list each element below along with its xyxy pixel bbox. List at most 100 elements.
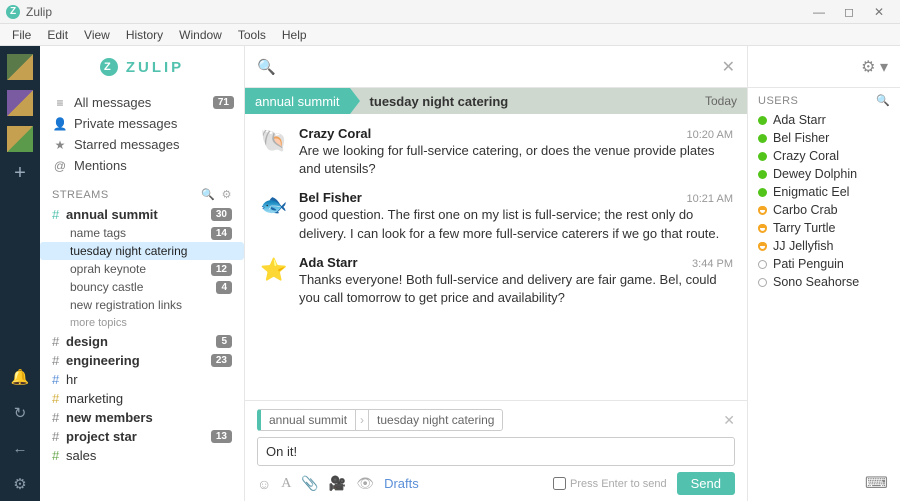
bell-icon[interactable]: 🔔 xyxy=(11,368,30,386)
topic-tuesday-night-catering[interactable]: tuesday night catering xyxy=(40,242,244,260)
org-tile[interactable] xyxy=(7,54,33,80)
settings-gear-icon[interactable]: ⚙ ▾ xyxy=(861,57,888,77)
more-topics-link[interactable]: more topics xyxy=(40,314,244,332)
gear-icon[interactable]: ⚙ xyxy=(13,475,26,493)
stream-marketing[interactable]: #marketing xyxy=(40,389,244,408)
titlebar: Z Zulip — ◻ ✕ xyxy=(0,0,900,24)
avatar[interactable]: 🐟 xyxy=(259,190,289,220)
reload-icon[interactable]: ↻ xyxy=(14,404,27,422)
back-icon[interactable]: ← xyxy=(13,440,28,457)
menu-edit[interactable]: Edit xyxy=(39,28,76,42)
user-pati-penguin[interactable]: Pati Penguin xyxy=(758,255,890,273)
message-text: Thanks everyone! Both full-service and d… xyxy=(299,271,733,307)
stream-chip[interactable]: annual summit xyxy=(245,88,350,114)
user-enigmatic-eel[interactable]: Enigmatic Eel xyxy=(758,183,890,201)
presence-dot xyxy=(758,170,767,179)
at-icon: @ xyxy=(52,159,68,173)
minimize-button[interactable]: — xyxy=(804,5,834,19)
compose-stream-tag[interactable]: annual summit xyxy=(257,409,356,431)
topic-title[interactable]: tuesday night catering xyxy=(370,94,705,109)
press-enter-checkbox[interactable] xyxy=(553,477,566,490)
user-carbo-crab[interactable]: Carbo Crab xyxy=(758,201,890,219)
format-icon[interactable]: A xyxy=(281,476,291,492)
stream-new-members[interactable]: #new members xyxy=(40,408,244,427)
message: ⭐ Ada Starr3:44 PM Thanks everyone! Both… xyxy=(245,249,747,313)
message-text: good question. The first one on my list … xyxy=(299,206,733,242)
user-icon: 👤 xyxy=(52,117,68,131)
compose-close-icon[interactable]: ✕ xyxy=(723,412,735,429)
menu-tools[interactable]: Tools xyxy=(230,28,274,42)
topic-name-tags[interactable]: name tags14 xyxy=(40,224,244,242)
close-button[interactable]: ✕ xyxy=(864,5,894,19)
user-ada-starr[interactable]: Ada Starr xyxy=(758,111,890,129)
nav-starred-messages[interactable]: ★Starred messages xyxy=(52,134,234,155)
hash-icon: # xyxy=(52,207,66,222)
avatar[interactable]: 🐚 xyxy=(259,126,289,156)
search-icon: 🔍 xyxy=(257,58,276,76)
stream-engineering[interactable]: #engineering23 xyxy=(40,351,244,370)
badge: 5 xyxy=(216,335,232,348)
menu-file[interactable]: File xyxy=(4,28,39,42)
emoji-icon[interactable]: ☺ xyxy=(257,476,271,492)
org-tile[interactable] xyxy=(7,90,33,116)
org-tile[interactable] xyxy=(7,126,33,152)
badge: 71 xyxy=(213,96,234,109)
topic-oprah-keynote[interactable]: oprah keynote12 xyxy=(40,260,244,278)
sender-name[interactable]: Crazy Coral xyxy=(299,126,371,141)
message: 🐚 Crazy Coral10:20 AM Are we looking for… xyxy=(245,120,747,184)
streams-gear-icon[interactable]: ⚙ xyxy=(222,188,232,201)
clear-search-icon[interactable]: ✕ xyxy=(722,57,735,77)
compose-input[interactable]: On it! xyxy=(257,437,735,466)
user-crazy-coral[interactable]: Crazy Coral xyxy=(758,147,890,165)
avatar[interactable]: ⭐ xyxy=(259,255,289,285)
user-sono-seahorse[interactable]: Sono Seahorse xyxy=(758,273,890,291)
video-icon[interactable]: 🎥 xyxy=(329,475,346,492)
user-bel-fisher[interactable]: Bel Fisher xyxy=(758,129,890,147)
user-jj-jellyfish[interactable]: JJ Jellyfish xyxy=(758,237,890,255)
preview-icon[interactable]: 👁 xyxy=(356,475,374,492)
nav-all-messages[interactable]: ≡All messages71 xyxy=(52,92,234,113)
send-button[interactable]: Send xyxy=(677,472,735,495)
timestamp: 10:21 AM xyxy=(687,193,733,205)
topic-new-registration-links[interactable]: new registration links xyxy=(40,296,244,314)
menu-history[interactable]: History xyxy=(118,28,171,42)
attach-icon[interactable]: 📎 xyxy=(301,475,318,492)
right-pane: ⚙ ▾ USERS 🔍 Ada StarrBel FisherCrazy Cor… xyxy=(748,46,900,501)
maximize-button[interactable]: ◻ xyxy=(834,5,864,19)
user-dewey-dolphin[interactable]: Dewey Dolphin xyxy=(758,165,890,183)
stream-project-star[interactable]: #project star13 xyxy=(40,427,244,446)
topic-bouncy-castle[interactable]: bouncy castle4 xyxy=(40,278,244,296)
compose-topic-tag[interactable]: tuesday night catering xyxy=(368,409,503,431)
star-icon: ★ xyxy=(52,138,68,152)
stream-sales[interactable]: #sales xyxy=(40,446,244,465)
drafts-link[interactable]: Drafts xyxy=(384,476,419,491)
press-enter-toggle[interactable]: Press Enter to send xyxy=(553,477,667,490)
search-users-icon[interactable]: 🔍 xyxy=(876,94,890,107)
nav-mentions[interactable]: @Mentions xyxy=(52,155,234,176)
search-streams-icon[interactable]: 🔍 xyxy=(201,188,215,201)
stream-hr[interactable]: #hr xyxy=(40,370,244,389)
sender-name[interactable]: Ada Starr xyxy=(299,255,358,270)
sender-name[interactable]: Bel Fisher xyxy=(299,190,362,205)
stream-design[interactable]: #design5 xyxy=(40,332,244,351)
brand-logo[interactable]: ZZULIP xyxy=(40,46,244,88)
menu-help[interactable]: Help xyxy=(274,28,315,42)
badge: 12 xyxy=(211,263,232,276)
align-icon: ≡ xyxy=(52,96,68,110)
user-tarry-turtle[interactable]: Tarry Turtle xyxy=(758,219,890,237)
org-rail: + 🔔 ↻ ← ⚙ xyxy=(0,46,40,501)
streams-header: STREAMS 🔍 ⚙ xyxy=(40,176,244,205)
app-icon: Z xyxy=(6,5,20,19)
menu-view[interactable]: View xyxy=(76,28,118,42)
keyboard-icon[interactable]: ⌨ xyxy=(865,473,888,493)
hash-icon: # xyxy=(52,334,66,349)
presence-dot xyxy=(758,242,767,251)
hash-icon: # xyxy=(52,448,66,463)
menu-window[interactable]: Window xyxy=(171,28,230,42)
add-org-button[interactable]: + xyxy=(14,162,26,185)
message-text: Are we looking for full-service catering… xyxy=(299,142,733,178)
stream-annual-summit[interactable]: #annual summit30 xyxy=(40,205,244,224)
nav-private-messages[interactable]: 👤Private messages xyxy=(52,113,234,134)
badge: 30 xyxy=(211,208,232,221)
search-input[interactable] xyxy=(284,59,722,75)
